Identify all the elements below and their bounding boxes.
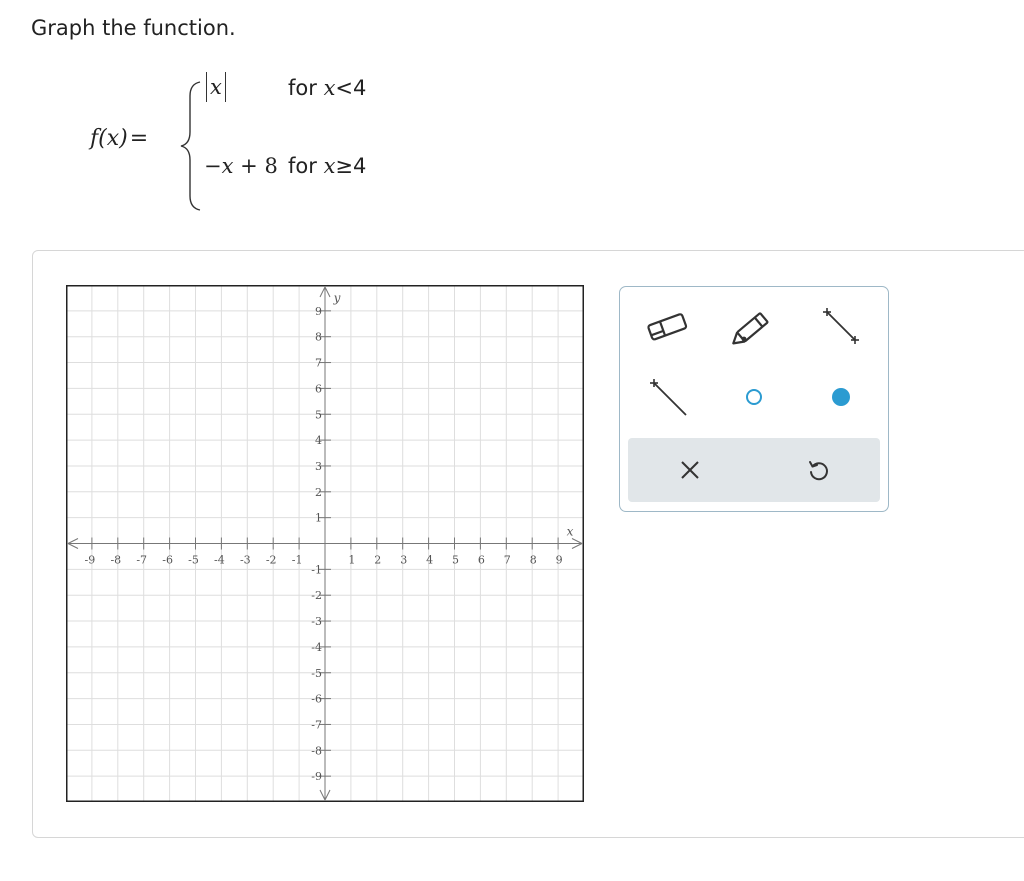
open-circle-tool[interactable] [725, 372, 783, 422]
y-tick-label: -3 [311, 615, 322, 628]
y-tick-label: 2 [315, 486, 322, 499]
case-1-condition: for x<4 [288, 76, 367, 100]
y-tick-label: 6 [315, 382, 322, 395]
line-segment-tool[interactable] [812, 301, 870, 351]
undo-button[interactable] [788, 445, 848, 495]
tool-palette [619, 286, 889, 512]
y-tick-label: 3 [315, 460, 322, 473]
pencil-tool[interactable] [725, 301, 783, 351]
y-axis-label: y [333, 291, 341, 305]
y-tick-label: 1 [315, 512, 322, 525]
x-tick-label: 1 [348, 554, 355, 567]
x-tick-label: 6 [478, 554, 485, 567]
ray-icon [650, 379, 687, 416]
x-tick-label: 5 [452, 554, 459, 567]
y-tick-label: -7 [311, 718, 322, 731]
graph-canvas[interactable]: -9 -8 -7 -6 -5 -4 -3 -2 -1 1 2 3 4 5 6 7 8 9 9 8 7 6 5 4 3 2 1 -1 -2… [66, 285, 584, 802]
y-tick-label: -9 [311, 770, 322, 783]
y-tick-label: 4 [315, 434, 322, 447]
open-circle-icon [746, 389, 762, 405]
prompt-text: Graph the function. [31, 16, 236, 40]
action-bar [628, 438, 880, 502]
clear-button[interactable] [660, 445, 720, 495]
y-tick-label: -4 [311, 641, 322, 654]
x-tick-label: 7 [504, 554, 511, 567]
line-segment-icon [823, 308, 859, 344]
x-tick-label: -8 [110, 554, 121, 567]
closed-point-tool[interactable] [812, 372, 870, 422]
case-2-expression: −x + 8 [204, 154, 278, 178]
x-tick-label: -6 [162, 554, 173, 567]
x-tick-label: -3 [240, 554, 251, 567]
x-axis-label: x [567, 525, 574, 539]
x-tick-label: -4 [214, 554, 225, 567]
function-label: f(x)= [90, 126, 149, 151]
x-tick-label: -1 [292, 554, 303, 567]
y-tick-label: 8 [315, 331, 322, 344]
x-tick-label: -7 [136, 554, 147, 567]
y-tick-label: 9 [315, 305, 322, 318]
tick-labels: -9 -8 -7 -6 -5 -4 -3 -2 -1 1 2 3 4 5 6 7 8 9 9 8 7 6 5 4 3 2 1 -1 -2… [85, 291, 574, 783]
y-tick-label: -1 [311, 563, 322, 576]
ray-tool[interactable] [639, 372, 697, 422]
x-tick-label: 4 [426, 554, 433, 567]
y-tick-label: -8 [311, 744, 322, 757]
undo-icon [809, 461, 828, 481]
piecewise-brace-icon [180, 81, 201, 211]
x-tick-label: -5 [188, 554, 199, 567]
x-tick-label: 2 [374, 554, 381, 567]
closed-point-icon [832, 388, 850, 406]
pencil-icon [732, 312, 769, 345]
case-1-expression: x [206, 72, 226, 102]
x-tick-label: 3 [400, 554, 407, 567]
case-2-condition: for x≥4 [288, 154, 367, 178]
coordinate-plane[interactable]: -9 -8 -7 -6 -5 -4 -3 -2 -1 1 2 3 4 5 6 7 8 9 9 8 7 6 5 4 3 2 1 -1 -2… [66, 285, 584, 802]
x-tick-label: -9 [85, 554, 96, 567]
y-tick-label: -6 [311, 693, 322, 706]
y-tick-label: -2 [311, 589, 322, 602]
x-tick-label: 8 [530, 554, 537, 567]
y-tick-label: -5 [311, 667, 322, 680]
eraser-tool[interactable] [639, 301, 697, 351]
y-tick-label: 5 [315, 408, 322, 421]
y-tick-label: 7 [315, 357, 322, 370]
x-tick-label: -2 [266, 554, 277, 567]
axes [67, 286, 583, 801]
clear-icon [681, 461, 699, 479]
eraser-icon [647, 313, 688, 341]
x-tick-label: 9 [556, 554, 563, 567]
